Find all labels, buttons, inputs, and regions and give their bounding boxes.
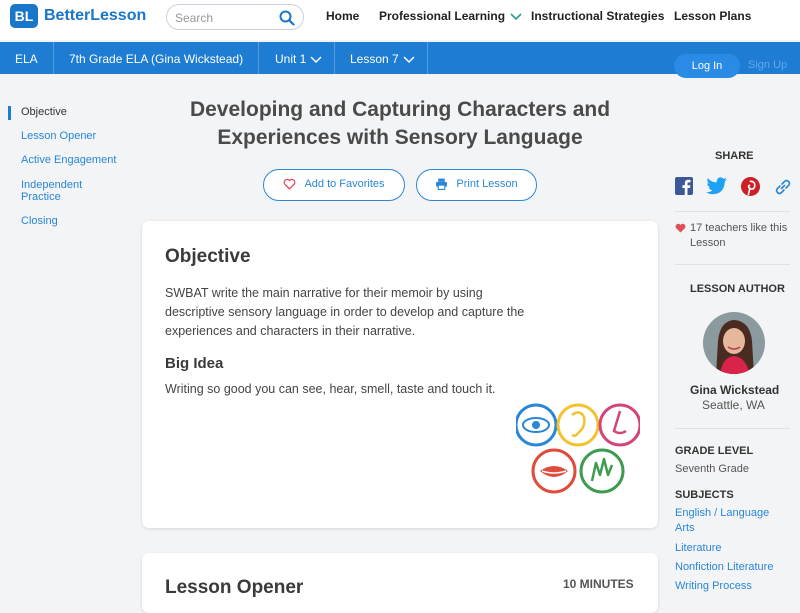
subject-link-literature[interactable]: Literature (675, 541, 721, 556)
search-icon[interactable] (279, 10, 295, 26)
subject-link-writing-process[interactable]: Writing Process (675, 579, 752, 594)
big-idea-heading: Big Idea (165, 355, 224, 372)
author-name[interactable]: Gina Wickstead (690, 383, 779, 397)
objective-heading: Objective (165, 246, 251, 267)
big-idea-text: Writing so good you can see, hear, smell… (165, 382, 496, 396)
nav-home-label: Home (326, 9, 360, 23)
nav-professional-learning[interactable]: Professional Learning (379, 9, 523, 23)
sidebar-item-independent-practice[interactable]: Independent Practice (21, 179, 101, 203)
top-navigation-bar: BL BetterLesson Home Professional Learni… (0, 0, 800, 40)
grade-level-label: GRADE LEVEL (675, 445, 754, 457)
signup-link[interactable]: Sign Up (748, 59, 787, 71)
objective-text: SWBAT write the main narrative for their… (165, 286, 525, 338)
lesson-author-label: LESSON AUTHOR (690, 283, 785, 295)
breadcrumb-divider (258, 42, 259, 74)
lesson-opener-heading: Lesson Opener (165, 577, 304, 598)
sidebar-item-objective[interactable]: Objective (21, 106, 121, 118)
pinterest-icon[interactable] (741, 177, 760, 196)
betterlesson-logo-mark[interactable]: BL (10, 4, 38, 28)
subject-link-english[interactable]: English / Language Arts (675, 506, 785, 536)
nav-home[interactable]: Home (326, 9, 359, 23)
breadcrumb-course[interactable]: 7th Grade ELA (Gina Wickstead) (69, 52, 243, 66)
chevron-down-icon (510, 13, 522, 20)
search-box (166, 4, 304, 30)
page-title: Developing and Capturing Characters and … (189, 98, 611, 149)
heart-icon (284, 178, 296, 190)
divider (675, 428, 790, 429)
lesson-opener-duration: 10 MINUTES (563, 577, 634, 591)
breadcrumb-unit[interactable]: Unit 1 (275, 52, 322, 66)
betterlesson-logo-text[interactable]: BetterLesson (44, 7, 146, 25)
five-senses-illustration (516, 403, 640, 494)
copy-link-icon[interactable] (773, 177, 793, 197)
nav-instructional-strategies[interactable]: Instructional Strategies (531, 9, 664, 23)
breadcrumb-unit-label: Unit 1 (275, 52, 307, 66)
nav-instructional-strategies-label: Instructional Strategies (531, 9, 665, 23)
breadcrumb-lesson-label: Lesson 7 (350, 52, 399, 66)
sidebar-item-active-engagement[interactable]: Active Engagement (21, 154, 121, 166)
author-avatar[interactable] (702, 311, 766, 375)
chevron-down-icon (403, 56, 415, 63)
sidebar-item-closing[interactable]: Closing (21, 215, 121, 227)
twitter-icon[interactable] (706, 177, 728, 195)
nav-lesson-plans-label: Lesson Plans (674, 9, 752, 23)
nav-professional-learning-label: Professional Learning (379, 9, 506, 23)
breadcrumb-divider (53, 42, 54, 74)
breadcrumb-lesson[interactable]: Lesson 7 (350, 52, 415, 66)
sidebar-active-marker (8, 106, 11, 120)
printer-icon (436, 178, 448, 191)
nav-lesson-plans[interactable]: Lesson Plans (674, 9, 751, 23)
objective-card: Objective SWBAT write the main narrative… (142, 221, 658, 528)
search-input[interactable] (175, 9, 275, 26)
breadcrumb-divider (334, 42, 335, 74)
grade-level-value: Seventh Grade (675, 463, 749, 475)
add-to-favorites-button[interactable]: Add to Favorites (263, 169, 405, 201)
author-location: Seattle, WA (702, 398, 765, 412)
breadcrumb-subject[interactable]: ELA (15, 52, 38, 66)
login-button[interactable]: Log In (674, 54, 740, 78)
lesson-opener-card: Lesson Opener 10 MINUTES (142, 553, 658, 613)
divider (675, 264, 790, 265)
share-label: SHARE (715, 150, 754, 162)
divider (675, 211, 790, 212)
breadcrumb-divider (427, 42, 428, 74)
sidebar-item-lesson-opener[interactable]: Lesson Opener (21, 130, 121, 142)
chevron-down-icon (310, 56, 322, 63)
heart-icon (675, 223, 686, 233)
print-lesson-label: Print Lesson (456, 178, 518, 190)
print-lesson-button[interactable]: Print Lesson (416, 169, 537, 201)
facebook-icon[interactable] (675, 177, 693, 195)
subjects-label: SUBJECTS (675, 489, 734, 501)
add-to-favorites-label: Add to Favorites (304, 178, 385, 190)
likes-count-text: 17 teachers like this Lesson (690, 222, 788, 249)
subject-link-nonfiction[interactable]: Nonfiction Literature (675, 560, 773, 575)
